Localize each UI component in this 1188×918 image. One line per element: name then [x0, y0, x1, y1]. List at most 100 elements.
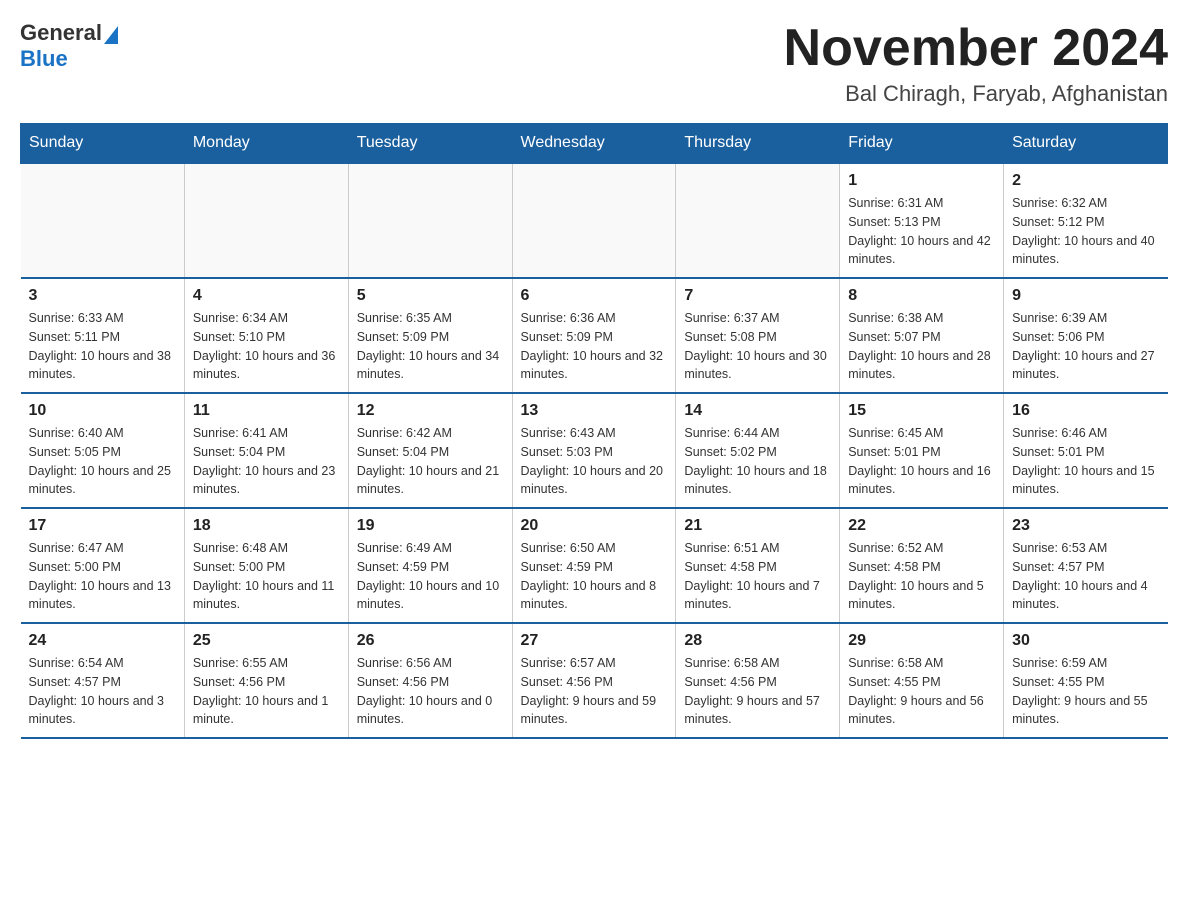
calendar-cell: 9 Sunrise: 6:39 AMSunset: 5:06 PMDaylight… — [1004, 278, 1168, 393]
calendar-cell: 8Sunrise: 6:38 AMSunset: 5:07 PMDaylight… — [840, 278, 1004, 393]
weekday-header-sunday: Sunday — [21, 124, 185, 164]
day-number: 7 — [684, 287, 831, 305]
day-info: Sunrise: 6:39 AMSunset: 5:06 PMDaylight:… — [1012, 309, 1159, 384]
day-info: Sunrise: 6:55 AMSunset: 4:56 PMDaylight:… — [193, 654, 340, 729]
day-info: Sunrise: 6:43 AMSunset: 5:03 PMDaylight:… — [521, 424, 668, 499]
day-number: 24 — [29, 632, 176, 650]
week-row-1: 1 Sunrise: 6:31 AMSunset: 5:13 PMDaylight… — [21, 163, 1168, 278]
calendar-cell: 15 Sunrise: 6:45 AMSunset: 5:01 PMDayligh… — [840, 393, 1004, 508]
day-info: Sunrise: 6:49 AMSunset: 4:59 PMDaylight:… — [357, 539, 504, 614]
calendar-cell — [512, 163, 676, 278]
day-number: 23 — [1012, 517, 1159, 535]
day-info: Sunrise: 6:57 AMSunset: 4:56 PMDaylight:… — [521, 654, 668, 729]
title-area: November 2024 Bal Chiragh, Faryab, Afgha… — [784, 20, 1168, 107]
day-number: 6 — [521, 287, 668, 305]
calendar-cell: 30Sunrise: 6:59 AMSunset: 4:55 PMDayligh… — [1004, 623, 1168, 738]
day-info: Sunrise: 6:48 AMSunset: 5:00 PMDaylight:… — [193, 539, 340, 614]
day-number: 16 — [1012, 402, 1159, 420]
day-info: Sunrise: 6:56 AMSunset: 4:56 PMDaylight:… — [357, 654, 504, 729]
calendar-cell — [21, 163, 185, 278]
calendar-cell: 5Sunrise: 6:35 AMSunset: 5:09 PMDaylight… — [348, 278, 512, 393]
calendar-cell: 19Sunrise: 6:49 AMSunset: 4:59 PMDayligh… — [348, 508, 512, 623]
week-row-2: 3 Sunrise: 6:33 AMSunset: 5:11 PMDaylight… — [21, 278, 1168, 393]
calendar-cell: 24 Sunrise: 6:54 AMSunset: 4:57 PMDayligh… — [21, 623, 185, 738]
calendar-cell: 29 Sunrise: 6:58 AMSunset: 4:55 PMDayligh… — [840, 623, 1004, 738]
day-number: 28 — [684, 632, 831, 650]
weekday-header-saturday: Saturday — [1004, 124, 1168, 164]
weekday-header-monday: Monday — [184, 124, 348, 164]
day-number: 11 — [193, 402, 340, 420]
week-row-3: 10 Sunrise: 6:40 AMSunset: 5:05 PMDayligh… — [21, 393, 1168, 508]
day-number: 10 — [29, 402, 176, 420]
calendar-cell: 6 Sunrise: 6:36 AMSunset: 5:09 PMDaylight… — [512, 278, 676, 393]
logo: General Blue — [20, 20, 120, 72]
day-number: 29 — [848, 632, 995, 650]
day-number: 9 — [1012, 287, 1159, 305]
day-info: Sunrise: 6:51 AMSunset: 4:58 PMDaylight:… — [684, 539, 831, 614]
calendar-cell: 26Sunrise: 6:56 AMSunset: 4:56 PMDayligh… — [348, 623, 512, 738]
day-info: Sunrise: 6:35 AMSunset: 5:09 PMDaylight:… — [357, 309, 504, 384]
calendar-cell: 16 Sunrise: 6:46 AMSunset: 5:01 PMDayligh… — [1004, 393, 1168, 508]
day-info: Sunrise: 6:50 AMSunset: 4:59 PMDaylight:… — [521, 539, 668, 614]
day-number: 17 — [29, 517, 176, 535]
calendar-cell: 7 Sunrise: 6:37 AMSunset: 5:08 PMDaylight… — [676, 278, 840, 393]
weekday-header-thursday: Thursday — [676, 124, 840, 164]
day-info: Sunrise: 6:46 AMSunset: 5:01 PMDaylight:… — [1012, 424, 1159, 499]
day-info: Sunrise: 6:54 AMSunset: 4:57 PMDaylight:… — [29, 654, 176, 729]
day-info: Sunrise: 6:36 AMSunset: 5:09 PMDaylight:… — [521, 309, 668, 384]
day-number: 21 — [684, 517, 831, 535]
calendar-cell — [184, 163, 348, 278]
day-number: 2 — [1012, 172, 1159, 190]
day-info: Sunrise: 6:32 AMSunset: 5:12 PMDaylight:… — [1012, 194, 1159, 269]
logo-general-text: General — [20, 20, 102, 46]
calendar-cell: 22Sunrise: 6:52 AMSunset: 4:58 PMDayligh… — [840, 508, 1004, 623]
calendar-cell: 17 Sunrise: 6:47 AMSunset: 5:00 PMDayligh… — [21, 508, 185, 623]
calendar-cell: 4 Sunrise: 6:34 AMSunset: 5:10 PMDaylight… — [184, 278, 348, 393]
day-number: 15 — [848, 402, 995, 420]
day-info: Sunrise: 6:38 AMSunset: 5:07 PMDaylight:… — [848, 309, 995, 384]
day-number: 4 — [193, 287, 340, 305]
calendar-cell — [348, 163, 512, 278]
week-row-5: 24 Sunrise: 6:54 AMSunset: 4:57 PMDayligh… — [21, 623, 1168, 738]
calendar-cell: 14Sunrise: 6:44 AMSunset: 5:02 PMDayligh… — [676, 393, 840, 508]
day-info: Sunrise: 6:37 AMSunset: 5:08 PMDaylight:… — [684, 309, 831, 384]
weekday-header-row: SundayMondayTuesdayWednesdayThursdayFrid… — [21, 124, 1168, 164]
day-info: Sunrise: 6:52 AMSunset: 4:58 PMDaylight:… — [848, 539, 995, 614]
calendar-cell: 11 Sunrise: 6:41 AMSunset: 5:04 PMDayligh… — [184, 393, 348, 508]
day-info: Sunrise: 6:53 AMSunset: 4:57 PMDaylight:… — [1012, 539, 1159, 614]
day-number: 27 — [521, 632, 668, 650]
weekday-header-wednesday: Wednesday — [512, 124, 676, 164]
day-info: Sunrise: 6:31 AMSunset: 5:13 PMDaylight:… — [848, 194, 995, 269]
weekday-header-tuesday: Tuesday — [348, 124, 512, 164]
header: General Blue November 2024 Bal Chiragh, … — [20, 20, 1168, 107]
day-info: Sunrise: 6:59 AMSunset: 4:55 PMDaylight:… — [1012, 654, 1159, 729]
day-number: 18 — [193, 517, 340, 535]
day-info: Sunrise: 6:44 AMSunset: 5:02 PMDaylight:… — [684, 424, 831, 499]
location-title: Bal Chiragh, Faryab, Afghanistan — [784, 81, 1168, 107]
calendar-table: SundayMondayTuesdayWednesdayThursdayFrid… — [20, 123, 1168, 739]
calendar-cell: 3 Sunrise: 6:33 AMSunset: 5:11 PMDaylight… — [21, 278, 185, 393]
day-number: 12 — [357, 402, 504, 420]
calendar-cell: 28Sunrise: 6:58 AMSunset: 4:56 PMDayligh… — [676, 623, 840, 738]
day-info: Sunrise: 6:47 AMSunset: 5:00 PMDaylight:… — [29, 539, 176, 614]
calendar-cell: 13 Sunrise: 6:43 AMSunset: 5:03 PMDayligh… — [512, 393, 676, 508]
calendar-cell: 18 Sunrise: 6:48 AMSunset: 5:00 PMDayligh… — [184, 508, 348, 623]
day-number: 3 — [29, 287, 176, 305]
day-info: Sunrise: 6:33 AMSunset: 5:11 PMDaylight:… — [29, 309, 176, 384]
day-info: Sunrise: 6:42 AMSunset: 5:04 PMDaylight:… — [357, 424, 504, 499]
day-info: Sunrise: 6:40 AMSunset: 5:05 PMDaylight:… — [29, 424, 176, 499]
day-info: Sunrise: 6:41 AMSunset: 5:04 PMDaylight:… — [193, 424, 340, 499]
weekday-header-friday: Friday — [840, 124, 1004, 164]
calendar-cell: 25Sunrise: 6:55 AMSunset: 4:56 PMDayligh… — [184, 623, 348, 738]
day-info: Sunrise: 6:45 AMSunset: 5:01 PMDaylight:… — [848, 424, 995, 499]
day-number: 13 — [521, 402, 668, 420]
calendar-cell: 2 Sunrise: 6:32 AMSunset: 5:12 PMDaylight… — [1004, 163, 1168, 278]
calendar-cell: 27 Sunrise: 6:57 AMSunset: 4:56 PMDayligh… — [512, 623, 676, 738]
calendar-cell — [676, 163, 840, 278]
calendar-cell: 12 Sunrise: 6:42 AMSunset: 5:04 PMDayligh… — [348, 393, 512, 508]
day-info: Sunrise: 6:58 AMSunset: 4:55 PMDaylight:… — [848, 654, 995, 729]
day-number: 20 — [521, 517, 668, 535]
logo-blue-text: Blue — [20, 46, 68, 71]
day-info: Sunrise: 6:34 AMSunset: 5:10 PMDaylight:… — [193, 309, 340, 384]
day-number: 1 — [848, 172, 995, 190]
